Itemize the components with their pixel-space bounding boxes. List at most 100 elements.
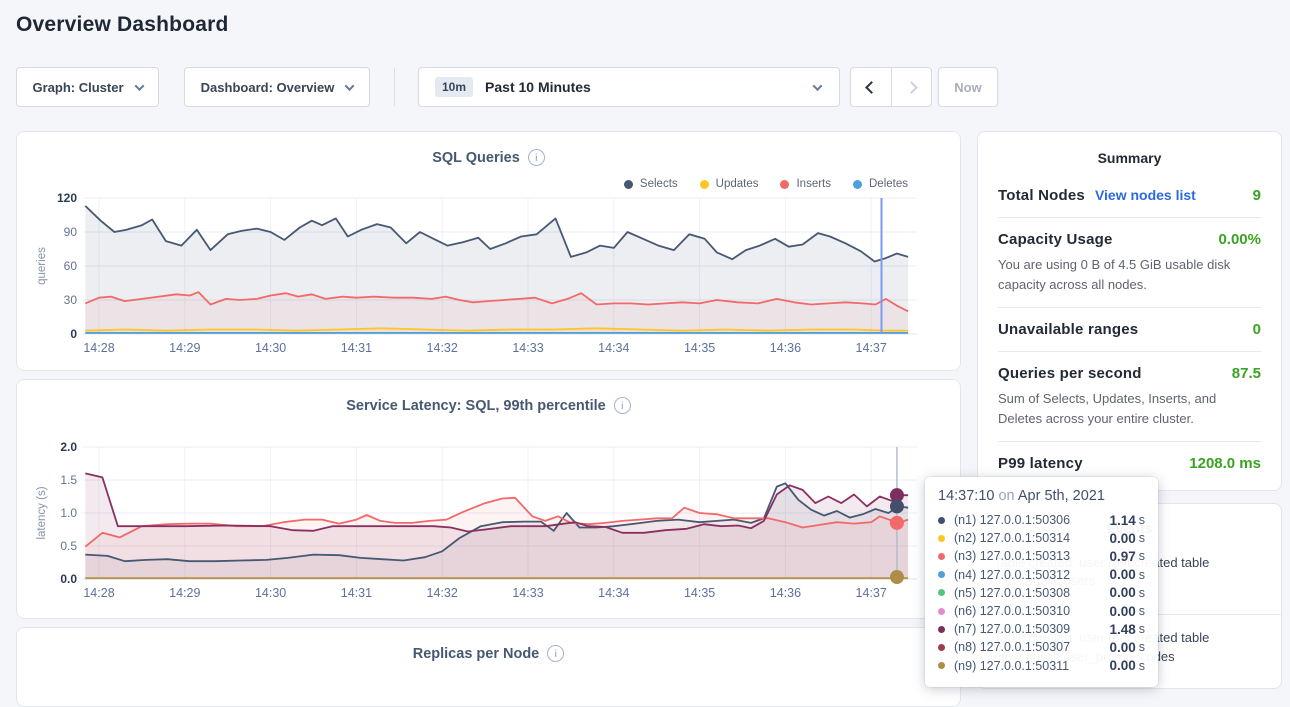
tooltip-row: (n1) 127.0.0.1:503061.14s	[938, 511, 1145, 529]
tooltip-node-unit: s	[1139, 640, 1145, 654]
svg-text:14:37: 14:37	[856, 341, 887, 355]
view-nodes-list-link[interactable]: View nodes list	[1095, 187, 1196, 203]
legend-item-updates[interactable]: Updates	[700, 178, 759, 190]
series-dot	[853, 180, 862, 189]
svg-text:queries: queries	[36, 247, 48, 285]
svg-text:90: 90	[64, 225, 78, 239]
time-range-label: Past 10 Minutes	[485, 79, 591, 95]
tooltip-node-unit: s	[1139, 513, 1145, 527]
tooltip-row: (n5) 127.0.0.1:503080.00s	[938, 584, 1145, 602]
series-dot	[700, 180, 709, 189]
prev-time-button[interactable]	[851, 68, 891, 106]
chart-title-row: SQL Queries	[17, 132, 960, 166]
svg-text:120: 120	[57, 191, 77, 205]
tooltip-row: (n3) 127.0.0.1:503130.97s	[938, 547, 1145, 565]
tooltip-row: (n9) 127.0.0.1:503110.00s	[938, 657, 1145, 675]
series-dot	[624, 180, 633, 189]
tooltip-node-value: 0.00	[1109, 604, 1135, 619]
chart-legend: Selects Updates Inserts Deletes	[624, 178, 908, 190]
summary-label: P99 latency	[998, 455, 1083, 472]
toolbar: Graph: Cluster Dashboard: Overview 10m P…	[0, 67, 1290, 107]
svg-text:14:32: 14:32	[427, 341, 458, 355]
tooltip-node-value: 0.00	[1109, 658, 1135, 673]
svg-text:14:37: 14:37	[856, 586, 887, 600]
series-dot	[938, 517, 945, 524]
dashboard-dropdown[interactable]: Dashboard: Overview	[184, 67, 370, 107]
time-range-dropdown[interactable]: 10m Past 10 Minutes	[418, 67, 840, 107]
svg-text:latency (s): latency (s)	[36, 486, 48, 539]
now-button[interactable]: Now	[938, 67, 998, 107]
service-latency-card: Service Latency: SQL, 99th percentile 14…	[16, 379, 961, 619]
svg-text:14:28: 14:28	[83, 586, 114, 600]
summary-body: Total Nodes View nodes list 9 Capacity U…	[978, 174, 1281, 485]
svg-text:14:33: 14:33	[512, 586, 543, 600]
next-time-button[interactable]	[891, 68, 931, 106]
tooltip-row: (n2) 127.0.0.1:503140.00s	[938, 529, 1145, 547]
series-dot	[938, 608, 945, 615]
tooltip-node-unit: s	[1139, 586, 1145, 600]
legend-item-deletes[interactable]: Deletes	[853, 178, 908, 190]
tooltip-node-label: (n3) 127.0.0.1:50313	[954, 549, 1070, 563]
tooltip-node-label: (n9) 127.0.0.1:50311	[954, 659, 1069, 673]
tooltip-date: Apr 5th, 2021	[1018, 488, 1105, 504]
chevron-down-icon	[813, 81, 823, 91]
svg-text:14:34: 14:34	[598, 586, 629, 600]
svg-text:0.0: 0.0	[60, 572, 77, 586]
graph-dropdown-label: Graph: Cluster	[32, 80, 123, 95]
info-icon[interactable]	[614, 397, 631, 414]
chevron-right-icon	[905, 81, 918, 94]
legend-item-inserts[interactable]: Inserts	[780, 178, 831, 190]
series-dot	[938, 535, 945, 542]
legend-item-selects[interactable]: Selects	[624, 178, 678, 190]
info-icon[interactable]	[547, 645, 564, 662]
svg-text:14:30: 14:30	[255, 586, 286, 600]
tooltip-node-label: (n4) 127.0.0.1:50312	[954, 568, 1070, 582]
legend-label: Deletes	[869, 178, 908, 190]
svg-text:30: 30	[64, 293, 78, 307]
tooltip-node-label: (n5) 127.0.0.1:50308	[954, 586, 1070, 600]
svg-text:14:31: 14:31	[341, 341, 372, 355]
chart-title-row: Service Latency: SQL, 99th percentile	[17, 380, 960, 414]
summary-title: Summary	[978, 132, 1281, 174]
legend-label: Selects	[640, 178, 678, 190]
series-dot	[938, 553, 945, 560]
replicas-per-node-card: Replicas per Node	[16, 627, 961, 707]
chart-title: SQL Queries	[432, 150, 520, 166]
service-latency-chart[interactable]: 14:2814:2914:3014:3114:3214:3314:3414:35…	[33, 438, 945, 641]
svg-text:14:34: 14:34	[598, 341, 629, 355]
summary-description: You are using 0 B of 4.5 GiB usable disk…	[998, 255, 1261, 294]
series-dot	[938, 644, 945, 651]
tooltip-node-label: (n6) 127.0.0.1:50310	[954, 604, 1070, 618]
tooltip-node-value: 0.00	[1109, 567, 1135, 582]
info-icon[interactable]	[528, 149, 545, 166]
svg-text:0: 0	[70, 327, 77, 341]
svg-text:14:35: 14:35	[684, 341, 715, 355]
tooltip-row: (n7) 127.0.0.1:503091.48s	[938, 620, 1145, 638]
summary-panel: Summary Total Nodes View nodes list 9 Ca…	[977, 131, 1282, 491]
summary-value: 87.5	[1232, 365, 1261, 382]
dashboard-dropdown-label: Dashboard: Overview	[201, 80, 335, 95]
graph-dropdown[interactable]: Graph: Cluster	[16, 67, 159, 107]
tooltip-row: (n6) 127.0.0.1:50310 0.00 s	[938, 602, 1145, 620]
tooltip-node-unit: s	[1139, 622, 1145, 636]
summary-label: Total Nodes	[998, 187, 1085, 204]
tooltip-node-unit: s	[1139, 568, 1145, 582]
sql-queries-chart[interactable]: 14:2814:2914:3014:3114:3214:3314:3414:35…	[33, 190, 945, 393]
svg-text:14:36: 14:36	[770, 341, 801, 355]
svg-text:0.5: 0.5	[60, 539, 77, 553]
summary-label: Capacity Usage	[998, 231, 1113, 248]
tooltip-node-unit: s	[1139, 549, 1145, 563]
summary-label: Unavailable ranges	[998, 321, 1138, 338]
sql-queries-card: SQL Queries Selects Updates Inserts Dele…	[16, 131, 961, 371]
tooltip-node-unit: s	[1139, 604, 1145, 618]
summary-value: 9	[1253, 187, 1261, 204]
tooltip-node-value: 0.00	[1109, 640, 1135, 655]
page-title: Overview Dashboard	[16, 13, 229, 37]
tooltip-node-label: (n8) 127.0.0.1:50307	[954, 640, 1070, 654]
svg-text:14:28: 14:28	[83, 341, 114, 355]
series-dot	[938, 589, 945, 596]
svg-text:14:29: 14:29	[169, 586, 200, 600]
tooltip-rows: (n1) 127.0.0.1:503061.14s(n2) 127.0.0.1:…	[938, 511, 1145, 675]
chevron-down-icon	[345, 81, 355, 91]
tooltip-node-unit: s	[1139, 531, 1145, 545]
